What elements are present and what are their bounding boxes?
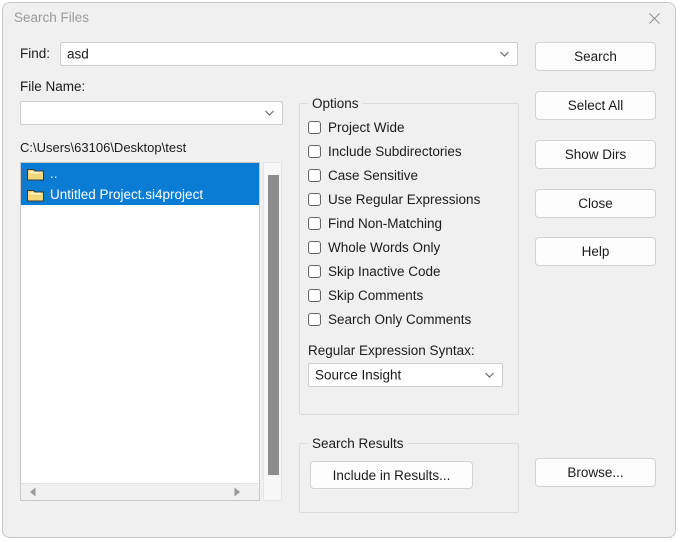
arrow-right-icon[interactable] [228,484,245,500]
find-input[interactable]: asd [60,42,518,66]
current-path-label: C:\Users\63106\Desktop\test [20,140,187,155]
list-item-label: .. [50,166,58,181]
checkbox-use-regular-expressions[interactable]: Use Regular Expressions [308,190,480,208]
include-in-results-button[interactable]: Include in Results... [310,461,473,489]
checkbox-skip-comments[interactable]: Skip Comments [308,286,423,304]
checkbox-label: Search Only Comments [328,311,472,327]
search-results-group-title: Search Results [308,436,408,451]
checkbox-icon[interactable] [308,216,321,230]
checkbox-label: Use Regular Expressions [328,191,481,207]
close-icon[interactable] [632,3,675,33]
show-dirs-button[interactable]: Show Dirs [535,140,656,169]
chevron-down-icon[interactable] [484,370,495,381]
checkbox-label: Find Non-Matching [328,215,443,231]
close-button[interactable]: Close [535,189,656,218]
checkbox-search-only-comments[interactable]: Search Only Comments [308,310,471,328]
list-item-label: Untitled Project.si4project [50,187,204,202]
title-bar: Search Files [3,3,675,33]
options-group-title: Options [308,96,363,111]
checkbox-icon[interactable] [308,168,321,182]
checkbox-label: Skip Comments [328,287,424,303]
regex-syntax-label: Regular Expression Syntax: [308,343,475,358]
regex-syntax-select[interactable]: Source Insight [308,363,503,387]
browse-button[interactable]: Browse... [535,458,656,487]
chevron-down-icon[interactable] [264,108,275,119]
checkbox-icon[interactable] [308,192,321,206]
vertical-scrollbar[interactable] [263,162,282,501]
checkbox-label: Project Wide [328,119,405,135]
checkbox-icon[interactable] [308,288,321,302]
horizontal-scrollbar[interactable] [21,483,259,500]
select-all-button[interactable]: Select All [535,91,656,120]
checkbox-include-subdirectories[interactable]: Include Subdirectories [308,142,462,160]
checkbox-skip-inactive-code[interactable]: Skip Inactive Code [308,262,441,280]
folder-icon [27,167,44,181]
search-files-dialog: Search Files Find: asd File Name: C:\Use… [2,2,676,538]
file-name-label: File Name: [20,79,86,94]
help-button[interactable]: Help [535,237,656,266]
regex-syntax-value: Source Insight [315,367,402,383]
checkbox-label: Skip Inactive Code [328,263,441,279]
chevron-down-icon[interactable] [499,49,510,60]
checkbox-icon[interactable] [308,312,321,326]
checkbox-icon[interactable] [308,264,321,278]
checkbox-label: Include Subdirectories [328,143,462,159]
checkbox-icon[interactable] [308,144,321,158]
find-input-value: asd [67,46,89,62]
checkbox-find-non-matching[interactable]: Find Non-Matching [308,214,442,232]
search-results-group: Search Results Include in Results... [299,436,519,513]
checkbox-label: Whole Words Only [328,239,441,255]
checkbox-project-wide[interactable]: Project Wide [308,118,405,136]
checkbox-case-sensitive[interactable]: Case Sensitive [308,166,418,184]
checkbox-icon[interactable] [308,240,321,254]
folder-icon [27,188,44,202]
checkbox-label: Case Sensitive [328,167,419,183]
window-title: Search Files [14,10,90,25]
file-name-input[interactable] [20,101,283,125]
checkbox-whole-words-only[interactable]: Whole Words Only [308,238,440,256]
vertical-scrollbar-thumb[interactable] [268,175,279,475]
list-item[interactable]: Untitled Project.si4project [21,184,259,205]
search-button[interactable]: Search [535,42,656,71]
find-label: Find: [20,46,51,61]
checkbox-icon[interactable] [308,120,321,134]
file-list[interactable]: .. Untitled Project.si4project [20,162,260,501]
list-item[interactable]: .. [21,163,259,184]
options-group: Options Project Wide Include Subdirector… [299,96,519,415]
arrow-left-icon[interactable] [24,484,41,500]
